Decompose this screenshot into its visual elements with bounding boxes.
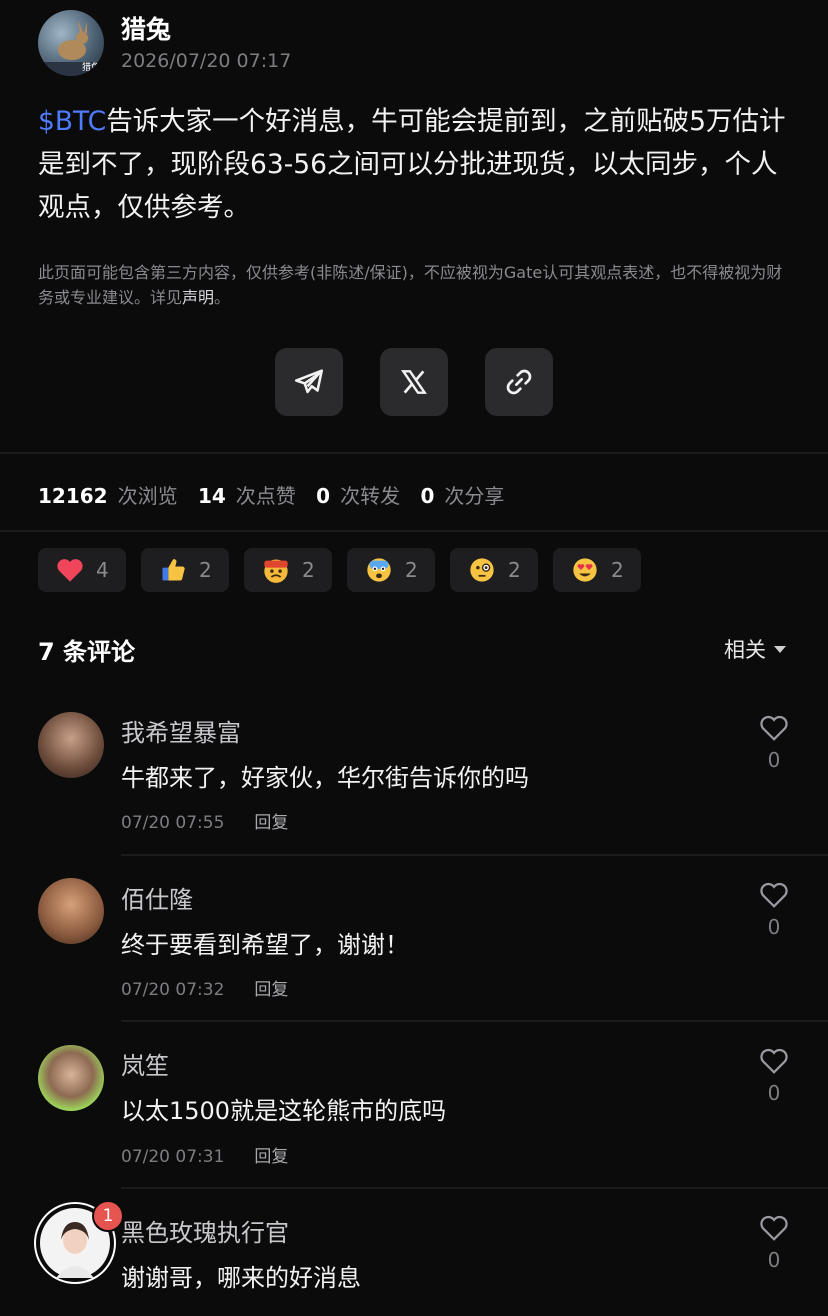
- comment-meta: 07/20 07:32 回复: [121, 975, 288, 1000]
- reaction-angry[interactable]: 2: [244, 548, 332, 592]
- comment-like[interactable]: 0: [756, 714, 792, 772]
- reposts-count: 0: [316, 484, 331, 508]
- x-logo-icon: [401, 370, 427, 394]
- reaction-heart[interactable]: 4: [38, 548, 126, 592]
- commenter-avatar[interactable]: [38, 878, 104, 944]
- reposts-label: 次转发: [340, 484, 401, 508]
- share-x-button[interactable]: [380, 348, 448, 416]
- likes-count: 14: [197, 484, 226, 508]
- disclaimer: 此页面可能包含第三方内容，仅供参考(非陈述/保证)，不应被视为Gate认可其观点…: [38, 260, 790, 310]
- post-stats: 12162 次浏览 14 次点赞 0 次转发 0 次分享: [38, 480, 518, 509]
- likes-label: 次点赞: [235, 484, 296, 508]
- comment-meta: 07/20 07:55 回复: [121, 808, 288, 833]
- commenter-avatar[interactable]: [38, 1045, 104, 1111]
- reaction-count: 2: [302, 558, 315, 582]
- heart-outline-icon: [760, 1048, 788, 1074]
- comment-divider: [121, 1187, 828, 1189]
- sort-label: 相关: [724, 638, 766, 662]
- post-timestamp: 2026/07/20 07:17: [121, 50, 292, 72]
- divider: [0, 530, 828, 532]
- commenter-name[interactable]: 岚笙: [121, 1046, 169, 1081]
- divider: [0, 452, 828, 454]
- like-count: 0: [767, 1248, 781, 1272]
- link-icon: [506, 369, 532, 395]
- svg-text:猎兔: 猎兔: [82, 61, 100, 73]
- author-avatar[interactable]: 猎兔: [38, 10, 104, 76]
- ticker-link[interactable]: $BTC: [38, 106, 106, 137]
- comment-text: 以太1500就是这轮熊市的底吗: [121, 1097, 447, 1125]
- heart-outline-icon: [760, 715, 788, 741]
- reaction-scared[interactable]: 2: [347, 548, 435, 592]
- comment-divider: [121, 1020, 828, 1022]
- reaction-count: 4: [96, 558, 109, 582]
- share-telegram-button[interactable]: [275, 348, 343, 416]
- comment-meta: 07/20 07:31 回复: [121, 1142, 288, 1167]
- comments-title: 7 条评论: [38, 638, 136, 666]
- telegram-icon: [294, 369, 324, 394]
- disclaimer-link[interactable]: 声明: [182, 288, 214, 307]
- comment-divider: [121, 854, 828, 856]
- copy-link-button[interactable]: [485, 348, 553, 416]
- commenter-avatar[interactable]: [38, 712, 104, 778]
- heart-icon: [56, 556, 84, 584]
- comment-time: 07/20 07:31: [121, 1147, 225, 1167]
- reaction-count: 2: [611, 558, 624, 582]
- views-count: 12162: [38, 484, 108, 508]
- reply-button[interactable]: 回复: [254, 813, 288, 833]
- views-label: 次浏览: [117, 484, 178, 508]
- reaction-count: 2: [508, 558, 521, 582]
- reaction-heart-eyes[interactable]: 2: [553, 548, 641, 592]
- comment-like[interactable]: 0: [756, 1214, 792, 1272]
- post-text: 告诉大家一个好消息，牛可能会提前到，之前贴破5万估计是到不了，现阶段63-56之…: [38, 106, 786, 223]
- shares-count: 0: [420, 484, 435, 508]
- notification-badge: 1: [92, 1200, 124, 1232]
- comment-text: 牛都来了，好家伙，华尔街告诉你的吗: [121, 764, 529, 792]
- commenter-name[interactable]: 我希望暴富: [121, 713, 241, 748]
- comment-text: 终于要看到希望了，谢谢！: [121, 931, 409, 959]
- rabbit-avatar-icon: 猎兔: [38, 20, 104, 76]
- comment-time: 07/20 07:32: [121, 980, 225, 1000]
- disclaimer-end: 。: [214, 288, 231, 307]
- commenter-name[interactable]: 黑色玫瑰执行官: [121, 1213, 289, 1248]
- like-count: 0: [767, 1081, 781, 1105]
- sort-dropdown[interactable]: 相关: [724, 634, 786, 664]
- reaction-count: 2: [405, 558, 418, 582]
- scared-face-icon: [365, 556, 393, 584]
- author-name[interactable]: 猎兔: [121, 10, 171, 46]
- reply-button[interactable]: 回复: [254, 980, 288, 1000]
- comment-text: 谢谢哥，哪来的好消息: [121, 1264, 361, 1292]
- disclaimer-text: 此页面可能包含第三方内容，仅供参考(非陈述/保证)，不应被视为Gate认可其观点…: [38, 263, 783, 307]
- monocle-face-icon: [468, 556, 496, 584]
- reaction-thumbs-up[interactable]: 2: [141, 548, 229, 592]
- reaction-monocle[interactable]: 2: [450, 548, 538, 592]
- comment-time: 07/20 07:55: [121, 813, 225, 833]
- heart-outline-icon: [760, 1215, 788, 1241]
- reply-button[interactable]: 回复: [254, 1147, 288, 1167]
- commenter-name[interactable]: 佰仕隆: [121, 880, 193, 915]
- comment-like[interactable]: 0: [756, 1047, 792, 1105]
- thumbs-up-icon: [159, 556, 187, 584]
- comment-like[interactable]: 0: [756, 881, 792, 939]
- heart-outline-icon: [760, 882, 788, 908]
- angry-face-icon: [262, 556, 290, 584]
- reaction-count: 2: [199, 558, 212, 582]
- shares-label: 次分享: [444, 484, 505, 508]
- like-count: 0: [767, 915, 781, 939]
- heart-eyes-icon: [571, 556, 599, 584]
- caret-down-icon: [774, 645, 786, 653]
- post-body: $BTC告诉大家一个好消息，牛可能会提前到，之前贴破5万估计是到不了，现阶段63…: [38, 100, 798, 229]
- like-count: 0: [767, 748, 781, 772]
